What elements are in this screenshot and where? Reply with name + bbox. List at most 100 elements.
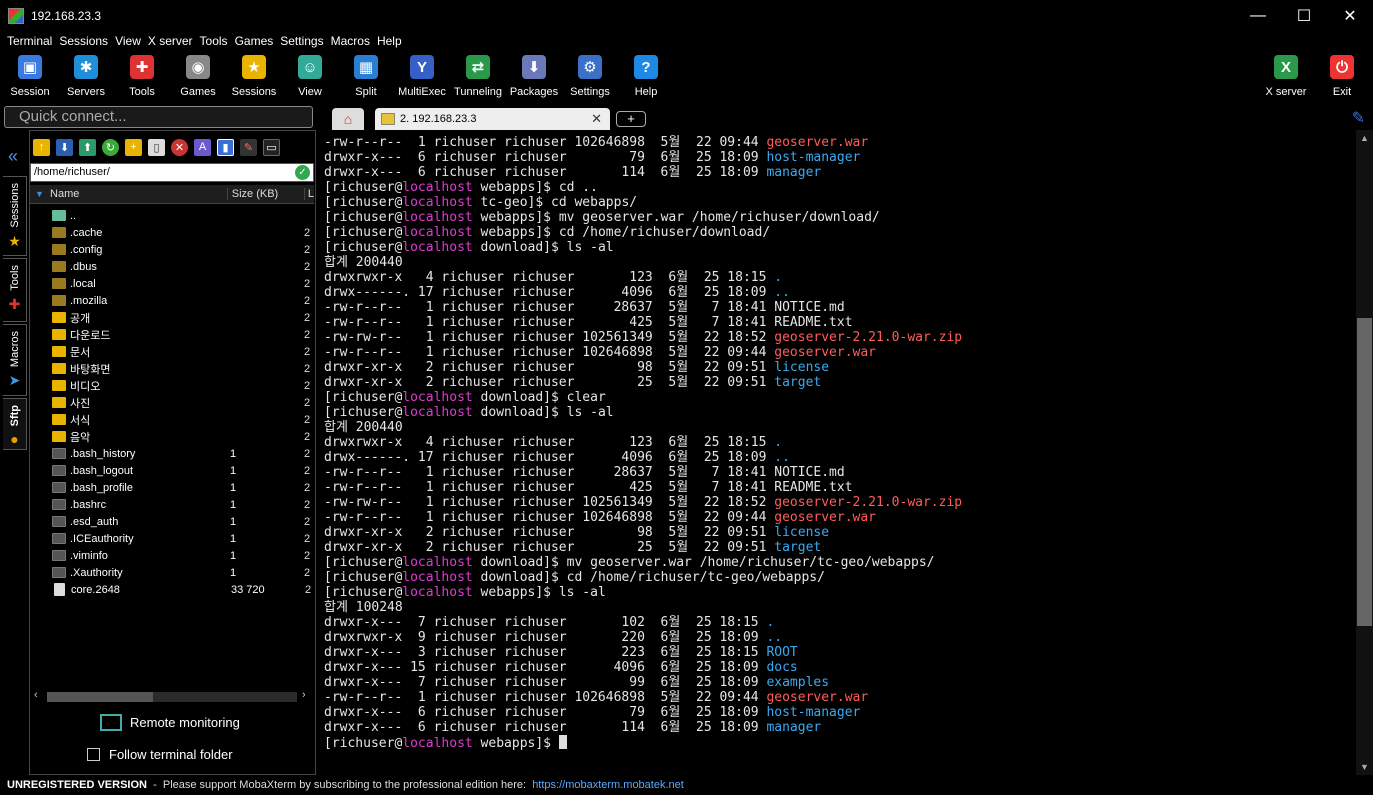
file-row[interactable]: .mozilla 2 — [30, 292, 314, 309]
tab-close-icon[interactable]: ✕ — [591, 111, 602, 127]
file-row[interactable]: .esd_auth 1 2 — [30, 513, 314, 530]
xserver-icon: X — [1274, 55, 1298, 79]
show-hidden-icon[interactable]: ▮ — [217, 138, 234, 156]
paperclip-icon[interactable]: ✎ — [1352, 108, 1365, 128]
file-row[interactable]: core.2648 33 720 2 — [30, 581, 314, 598]
side-tab-sessions[interactable]: Sessions ★ — [3, 176, 27, 256]
toolbar-split-button[interactable]: ▦ Split — [338, 53, 394, 101]
star-icon: ★ — [242, 55, 266, 79]
menu-games[interactable]: Games — [228, 34, 274, 48]
side-tab-sftp[interactable]: Sftp ● — [3, 398, 27, 450]
collapse-sidebar-icon[interactable]: « — [8, 146, 18, 167]
terminal-output[interactable]: -rw-r--r-- 1 richuser richuser 102646898… — [320, 130, 1356, 775]
file-row[interactable]: .cache 2 — [30, 224, 314, 241]
download-icon[interactable]: ⬇ — [56, 138, 73, 156]
file-row[interactable]: .viminfo 1 2 — [30, 547, 314, 564]
toolbar-session-button[interactable]: ▣ Session — [2, 53, 58, 101]
file-name: 사진 — [70, 397, 91, 410]
toolbar-sessions-button[interactable]: ★ Sessions — [226, 53, 282, 101]
refresh-icon[interactable]: ↻ — [102, 138, 119, 156]
delete-icon[interactable]: ✕ — [171, 138, 188, 156]
file-extra: 2 — [304, 294, 311, 307]
maximize-button[interactable]: ☐ — [1281, 0, 1327, 31]
quick-connect-input[interactable]: Quick connect... — [4, 106, 313, 128]
file-row[interactable]: .bashrc 1 2 — [30, 496, 314, 513]
terminal-icon[interactable]: ▭ — [263, 138, 280, 156]
menu-terminal[interactable]: Terminal — [0, 34, 52, 48]
close-button[interactable]: ✕ — [1327, 0, 1373, 31]
file-row[interactable]: .local 2 — [30, 275, 314, 292]
menu-tools[interactable]: Tools — [193, 34, 228, 48]
follow-terminal-folder-checkbox[interactable]: Follow terminal folder — [87, 747, 233, 762]
file-row[interactable]: 사진 2 — [30, 394, 314, 411]
toolbar-settings-button[interactable]: ⚙ Settings — [562, 53, 618, 101]
file-row[interactable]: .bash_logout 1 2 — [30, 462, 314, 479]
file-row[interactable]: 공개 2 — [30, 309, 314, 326]
file-row[interactable]: .. — [30, 207, 314, 224]
file-row[interactable]: .Xauthority 1 2 — [30, 564, 314, 581]
file-row[interactable]: 바탕화면 2 — [30, 360, 314, 377]
scroll-left-icon[interactable]: ‹ — [34, 689, 38, 701]
sftp-path-input[interactable]: /home/richuser/ ✓ — [30, 163, 314, 182]
file-row[interactable]: 문서 2 — [30, 343, 314, 360]
toolbar-x-server-button[interactable]: XX server — [1258, 53, 1314, 101]
column-extra[interactable]: L — [305, 188, 314, 200]
file-list-hscrollbar[interactable]: ‹ › — [32, 689, 312, 703]
tab-session-2[interactable]: 2. 192.168.23.3 ✕ — [375, 108, 610, 130]
games-icon: ◉ — [186, 55, 210, 79]
terminal-line: drwxrwxr-x 4 richuser richuser 123 6월 25… — [324, 435, 783, 450]
checkbox-box[interactable] — [87, 748, 100, 761]
toolbar-packages-button[interactable]: ⬇ Packages — [506, 53, 562, 101]
toolbar-tunneling-button[interactable]: ⇄ Tunneling — [450, 53, 506, 101]
rename-icon[interactable]: A — [194, 138, 211, 156]
terminal-line: drwxr-x--- 6 richuser richuser 79 6월 25 … — [324, 705, 861, 720]
file-row[interactable]: 서식 2 — [30, 411, 314, 428]
terminal-vscrollbar[interactable]: ▲ ▼ — [1356, 130, 1373, 775]
menu-sessions[interactable]: Sessions — [52, 34, 108, 48]
mobatek-link[interactable]: https://mobaxterm.mobatek.net — [532, 779, 684, 791]
toolbar-view-button[interactable]: ☺ View — [282, 53, 338, 101]
side-tab-tools[interactable]: Tools ✚ — [3, 258, 27, 322]
toolbar-games-button[interactable]: ◉ Games — [170, 53, 226, 101]
file-row[interactable]: 다운로드 2 — [30, 326, 314, 343]
file-row[interactable]: 비디오 2 — [30, 377, 314, 394]
side-tab-macros[interactable]: Macros ➤ — [3, 324, 27, 396]
home-tab[interactable]: ⌂ — [332, 108, 364, 130]
file-row[interactable]: .config 2 — [30, 241, 314, 258]
new-folder-icon[interactable]: + — [125, 138, 142, 156]
file-row[interactable]: .bash_profile 1 2 — [30, 479, 314, 496]
upload-icon[interactable]: ⬆ — [79, 138, 96, 156]
scroll-right-icon[interactable]: › — [302, 689, 306, 701]
new-file-icon[interactable]: ▯ — [148, 138, 165, 156]
toolbar-exit-button[interactable]: ⏻ Exit — [1314, 53, 1370, 101]
menu-x-server[interactable]: X server — [141, 34, 193, 48]
new-tab-button[interactable]: + — [616, 111, 646, 127]
side-tab-strip: « Sessions ★ Tools ✚ Macros ➤ Sftp ● — [0, 130, 29, 775]
file-name: .mozilla — [70, 294, 108, 307]
column-name[interactable]: ▼ Name — [30, 188, 228, 200]
permissions-icon[interactable]: ✎ — [240, 138, 257, 156]
menu-settings[interactable]: Settings — [273, 34, 323, 48]
path-confirm-icon[interactable]: ✓ — [295, 165, 310, 180]
file-row[interactable]: .bash_history 1 2 — [30, 445, 314, 462]
remote-monitoring-button[interactable]: Remote monitoring — [100, 714, 240, 731]
menu-view[interactable]: View — [108, 34, 141, 48]
parent-folder-icon[interactable]: ↑ — [33, 138, 50, 156]
hscroll-thumb[interactable] — [47, 692, 153, 702]
scroll-up-icon[interactable]: ▲ — [1360, 133, 1369, 143]
toolbar-tools-button[interactable]: ✚ Tools — [114, 53, 170, 101]
file-row[interactable]: .ICEauthority 1 2 — [30, 530, 314, 547]
folder-icon — [52, 261, 66, 272]
file-row[interactable]: 음악 2 — [30, 428, 314, 445]
menu-macros[interactable]: Macros — [324, 34, 370, 48]
title-bar: 192.168.23.3 — ☐ ✕ — [0, 0, 1373, 31]
toolbar-help-button[interactable]: ? Help — [618, 53, 674, 101]
vscroll-thumb[interactable] — [1357, 318, 1372, 626]
menu-help[interactable]: Help — [370, 34, 402, 48]
file-row[interactable]: .dbus 2 — [30, 258, 314, 275]
scroll-down-icon[interactable]: ▼ — [1360, 762, 1369, 772]
toolbar-multiexec-button[interactable]: Y MultiExec — [394, 53, 450, 101]
column-size[interactable]: Size (KB) — [228, 188, 305, 200]
minimize-button[interactable]: — — [1235, 0, 1281, 31]
toolbar-servers-button[interactable]: ✱ Servers — [58, 53, 114, 101]
